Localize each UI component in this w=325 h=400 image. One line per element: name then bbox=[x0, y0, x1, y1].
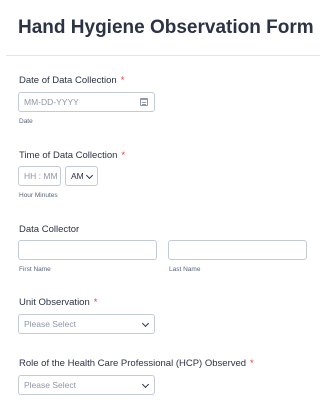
chevron-down-icon bbox=[85, 171, 94, 180]
required-marker: * bbox=[121, 150, 126, 161]
calendar-icon[interactable] bbox=[140, 98, 148, 106]
unit-label-text: Unit Observation bbox=[19, 297, 90, 308]
date-sublabel: Date bbox=[19, 118, 33, 125]
ampm-value: AM bbox=[71, 171, 84, 181]
date-label-text: Date of Data Collection bbox=[19, 75, 117, 86]
required-marker: * bbox=[93, 297, 98, 308]
ampm-select[interactable]: AM bbox=[65, 166, 98, 186]
role-label: Role of the Health Care Professional (HC… bbox=[19, 358, 254, 369]
first-name-sublabel: First Name bbox=[19, 266, 51, 273]
time-label: Time of Data Collection * bbox=[19, 150, 125, 161]
date-placeholder: MM-DD-YYYY bbox=[24, 97, 79, 107]
last-name-input[interactable] bbox=[168, 240, 307, 260]
time-label-text: Time of Data Collection bbox=[19, 150, 118, 161]
role-label-text: Role of the Health Care Professional (HC… bbox=[19, 358, 247, 369]
collector-label: Data Collector bbox=[19, 224, 79, 235]
unit-select[interactable]: Please Select bbox=[18, 314, 155, 334]
chevron-down-icon bbox=[141, 380, 150, 389]
form-title: Hand Hygiene Observation Form bbox=[18, 17, 314, 38]
date-label: Date of Data Collection * bbox=[19, 75, 124, 86]
role-select[interactable]: Please Select bbox=[18, 375, 155, 395]
header-divider bbox=[6, 55, 320, 56]
date-input[interactable]: MM-DD-YYYY bbox=[18, 92, 155, 112]
unit-label: Unit Observation * bbox=[19, 297, 97, 308]
time-placeholder: HH : MM bbox=[24, 171, 58, 181]
unit-placeholder: Please Select bbox=[24, 319, 76, 329]
first-name-input[interactable] bbox=[18, 240, 157, 260]
chevron-down-icon bbox=[141, 319, 150, 328]
required-marker: * bbox=[120, 75, 125, 86]
required-marker: * bbox=[250, 358, 254, 369]
role-placeholder: Please Select bbox=[24, 380, 76, 390]
last-name-sublabel: Last Name bbox=[169, 266, 201, 273]
time-sublabel: Hour Minutes bbox=[19, 192, 58, 199]
time-input[interactable]: HH : MM bbox=[18, 166, 61, 186]
collector-label-text: Data Collector bbox=[19, 224, 80, 235]
